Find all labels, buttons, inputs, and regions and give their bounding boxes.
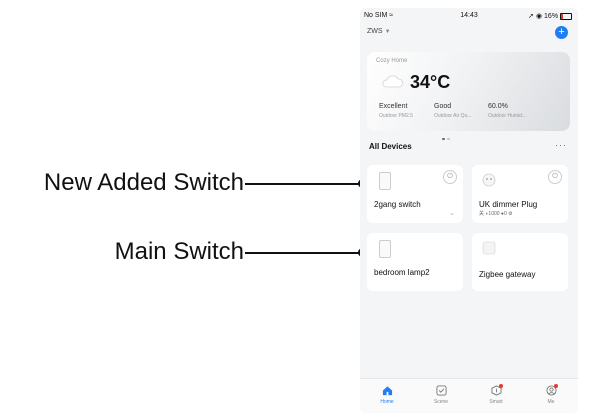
callout-line xyxy=(245,183,362,185)
weather-card[interactable]: Cozy Home 34°C Excellent Outdoor PM2.5 G… xyxy=(367,52,570,140)
home-name: ZWS xyxy=(367,28,383,35)
battery-percent: 16% xyxy=(544,13,559,20)
add-device-button[interactable]: + xyxy=(555,26,568,39)
device-card-uk-dimmer-plug[interactable]: ⏻ UK dimmer Plug 关 ◗1000 ●0 ⚙ xyxy=(472,165,568,223)
switch-icon xyxy=(379,240,391,258)
device-name: bedroom lamp2 xyxy=(374,268,430,277)
humidity-value: 60.0% xyxy=(488,103,508,110)
chevron-down-icon[interactable]: ⌄ xyxy=(449,209,455,217)
notification-badge xyxy=(499,384,503,388)
tab-label: Scene xyxy=(433,399,449,405)
device-name: Zigbee gateway xyxy=(479,270,536,279)
tab-smart[interactable]: Smart xyxy=(476,384,516,405)
device-card-bedroom-lamp2[interactable]: bedroom lamp2 xyxy=(367,233,463,291)
power-button[interactable]: ⏻ xyxy=(443,170,457,184)
tab-me[interactable]: Me xyxy=(531,384,571,405)
battery-icon xyxy=(560,12,572,20)
switch-icon xyxy=(379,172,391,190)
status-right: ➚ ◉ 16% xyxy=(528,12,572,20)
humidity-label: Outdoor Humid... xyxy=(488,113,527,119)
home-selector[interactable]: ZWS ▼ xyxy=(367,28,391,35)
notification-badge xyxy=(554,384,558,388)
callout-label: New Added Switch xyxy=(43,169,244,196)
status-bar: No SIM ≈ 14:43 ➚ ◉ 16% xyxy=(360,8,578,22)
carousel-dots xyxy=(442,127,452,145)
callout-label: Main Switch xyxy=(114,238,244,265)
device-meta: 关 ◗1000 ●0 ⚙ xyxy=(479,211,513,217)
more-options-button[interactable]: ··· xyxy=(555,140,567,150)
pm25-value: Excellent xyxy=(379,103,408,110)
cloud-icon xyxy=(382,75,403,88)
home-icon xyxy=(382,386,392,396)
caret-down-icon: ▼ xyxy=(384,29,391,35)
temperature: 34°C xyxy=(410,72,451,92)
air-quality-label: Outdoor Air Qu... xyxy=(434,113,472,119)
scene-icon xyxy=(435,385,447,396)
power-button[interactable]: ⏻ xyxy=(548,170,562,184)
weather-home-label: Cozy Home xyxy=(376,58,408,64)
pm25-label: Outdoor PM2.5 xyxy=(379,113,413,119)
tab-label: Smart xyxy=(489,399,503,405)
tab-label: Home xyxy=(380,399,394,405)
gateway-icon xyxy=(482,241,496,255)
tab-home[interactable]: Home xyxy=(367,385,407,405)
air-quality-value: Good xyxy=(434,103,452,110)
plug-icon xyxy=(482,173,496,187)
callout-new-added-switch: New Added Switch xyxy=(0,168,370,198)
bottom-tab-bar: Home Scene Smart Me xyxy=(360,378,578,413)
device-name: 2gang switch xyxy=(374,200,421,209)
device-card-2gang-switch[interactable]: ⏻ 2gang switch ⌄ xyxy=(367,165,463,223)
device-name: UK dimmer Plug xyxy=(479,200,538,209)
callout-line xyxy=(245,252,362,254)
tab-label: Me xyxy=(547,399,555,405)
tab-scene[interactable]: Scene xyxy=(421,385,461,405)
all-devices-title: All Devices xyxy=(369,142,412,151)
phone-screen: No SIM ≈ 14:43 ➚ ◉ 16% ZWS ▼ + Cozy Home … xyxy=(360,8,578,413)
device-card-zigbee-gateway[interactable]: Zigbee gateway xyxy=(472,233,568,291)
callout-main-switch: Main Switch xyxy=(0,237,370,267)
